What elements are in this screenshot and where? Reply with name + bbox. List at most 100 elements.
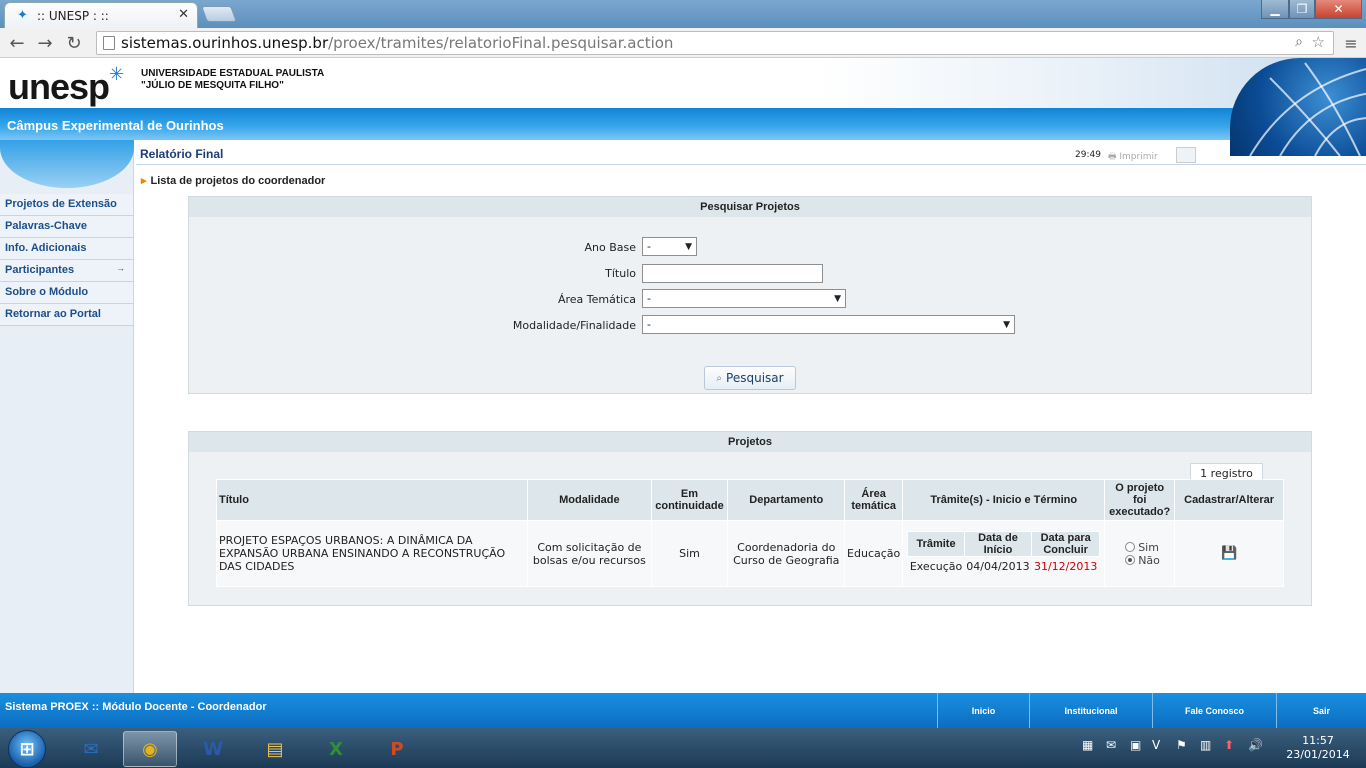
chrome-icon[interactable]: ◉ — [123, 731, 177, 767]
new-tab-button[interactable] — [201, 6, 237, 22]
forward-arrow-icon[interactable]: → — [34, 32, 56, 54]
radio-nao-label: Não — [1138, 553, 1160, 567]
browser-titlebar: ✦ :: UNESP : :: ✕ ▁ ❐ ✕ — [0, 0, 1366, 28]
unesp-logo[interactable]: unesp — [8, 66, 110, 108]
submenu-arrow-icon: → — [116, 263, 125, 273]
tramites-subtable: Trâmite Data de Início Data para Conclui… — [907, 530, 1101, 577]
unesp-favicon-icon: ✦ — [17, 7, 28, 23]
titulo-input[interactable] — [642, 264, 823, 283]
breadcrumb-text: Lista de projetos do coordenador — [150, 175, 326, 187]
footer-nav-inicio[interactable]: Inicio — [937, 693, 1029, 728]
sidebar-item-retornar[interactable]: Retornar ao Portal — [0, 304, 133, 326]
campus-band: Câmpus Experimental de Ourinhos — [0, 108, 1366, 140]
modalidade-value: - — [647, 318, 651, 331]
subcol-concluir: Data para Concluir — [1031, 530, 1101, 557]
chevron-down-icon: ▼ — [685, 241, 692, 252]
sidebar-item-palavras-chave[interactable]: Palavras-Chave — [0, 216, 133, 238]
site-footer: Sistema PROEX :: Módulo Docente - Coorde… — [0, 693, 1366, 728]
cell-executado: Sim Não — [1104, 520, 1176, 587]
radio-sim[interactable]: Sim — [1107, 541, 1172, 554]
footer-system-text: Sistema PROEX :: Módulo Docente - Coorde… — [5, 701, 267, 713]
url-path: /proex/tramites/relatorioFinal.pesquisar… — [328, 34, 674, 52]
clock-date: 23/01/2014 — [1286, 748, 1350, 761]
col-continuidade: Em continuidade — [650, 479, 729, 521]
area-tematica-value: - — [647, 292, 651, 305]
sidebar-item-projetos[interactable]: Projetos de Extensão — [0, 194, 133, 216]
thunderbird-icon[interactable]: ✉ — [64, 731, 118, 767]
col-tramites: Trâmite(s) - Inicio e Término — [902, 479, 1106, 521]
sidebar-item-label: Palavras-Chave — [5, 220, 87, 232]
address-bar[interactable]: sistemas.ourinhos.unesp.br/proex/tramite… — [96, 31, 1334, 55]
printer-icon: 🖶 — [1108, 152, 1117, 162]
minimize-icon[interactable]: ▁ — [1261, 0, 1289, 19]
radio-nao[interactable]: Não — [1107, 554, 1172, 567]
footer-nav-sair[interactable]: Sair — [1276, 693, 1366, 728]
subcol-tramite: Trâmite — [907, 530, 965, 557]
floppy-disk-icon[interactable]: 💾 — [1221, 546, 1237, 561]
site-header: unesp ✳ UNIVERSIDADE ESTADUAL PAULISTA "… — [0, 58, 1366, 108]
sidebar-item-participantes[interactable]: Participantes → — [0, 260, 133, 282]
sidebar-item-sobre[interactable]: Sobre o Módulo — [0, 282, 133, 304]
ano-base-select[interactable]: - ▼ — [642, 237, 697, 256]
radio-nao-icon[interactable] — [1125, 554, 1136, 565]
footer-nav-institucional[interactable]: Institucional — [1029, 693, 1152, 728]
windows-taskbar: ⊞ ✉ ◉ W ▤ X P ▦ ✉ ▣ V ⚑ ▥ ⬆ 🔊 11:57 23/0… — [0, 728, 1366, 768]
fullscreen-icon[interactable] — [1176, 147, 1196, 163]
university-name: UNIVERSIDADE ESTADUAL PAULISTA — [141, 68, 325, 79]
page-icon — [103, 36, 115, 50]
maximize-icon[interactable]: ❐ — [1289, 0, 1315, 19]
modalidade-select[interactable]: - ▼ — [642, 315, 1015, 334]
campus-name: Câmpus Experimental de Ourinhos — [7, 118, 224, 133]
sidebar-item-info-adicionais[interactable]: Info. Adicionais — [0, 238, 133, 260]
tray-app-icon[interactable]: ▦ — [1082, 738, 1093, 752]
col-modalidade: Modalidade — [527, 479, 652, 521]
col-cadastrar: Cadastrar/Alterar — [1174, 479, 1284, 521]
file-explorer-icon[interactable]: ▤ — [248, 731, 302, 767]
tray-flag-icon[interactable]: ⚑ — [1176, 738, 1187, 752]
windows-start-icon[interactable]: ⊞ — [8, 730, 46, 768]
search-panel-title: Pesquisar Projetos — [189, 197, 1311, 217]
tab-title: :: UNESP : :: — [37, 8, 109, 23]
breadcrumb-arrow-icon: ▸ — [141, 175, 147, 187]
cell-modalidade: Com solicitação de bolsas e/ou recursos — [527, 520, 652, 587]
print-label: Imprimir — [1119, 152, 1158, 162]
close-window-icon[interactable]: ✕ — [1315, 0, 1362, 19]
search-icon: ⌕ — [716, 372, 723, 384]
breadcrumb: ▸ Lista de projetos do coordenador — [141, 174, 325, 187]
bookmark-star-icon[interactable]: ☆ — [1312, 33, 1325, 51]
tray-volume-icon[interactable]: 🔊 — [1248, 738, 1263, 752]
tray-mail-icon[interactable]: ✉ — [1106, 738, 1116, 752]
system-clock[interactable]: 11:57 23/01/2014 — [1282, 734, 1354, 762]
title-divider — [136, 164, 1366, 165]
col-area: Área temática — [844, 479, 904, 521]
radio-sim-label: Sim — [1138, 540, 1159, 554]
projects-panel-title: Projetos — [189, 432, 1311, 452]
titulo-label: Título — [605, 267, 636, 280]
projects-table: Título Modalidade Em continuidade Depart… — [215, 479, 1284, 587]
tray-network-icon[interactable]: ▥ — [1200, 738, 1211, 752]
tray-update-icon[interactable]: ⬆ — [1224, 738, 1234, 752]
browser-tab[interactable]: ✦ :: UNESP : :: ✕ — [4, 2, 198, 28]
radio-sim-icon[interactable] — [1125, 541, 1136, 552]
back-arrow-icon[interactable]: ← — [6, 32, 28, 54]
pesquisar-label: Pesquisar — [726, 371, 784, 385]
reload-icon[interactable]: ↻ — [63, 32, 85, 54]
ano-base-value: - — [647, 240, 651, 253]
close-tab-icon[interactable]: ✕ — [178, 7, 189, 22]
zoom-magnifier-icon[interactable]: ⌕ — [1295, 34, 1303, 50]
browser-toolbar: ← → ↻ sistemas.ourinhos.unesp.br/proex/t… — [0, 28, 1366, 58]
menu-icon[interactable]: ≡ — [1340, 32, 1362, 54]
area-tematica-select[interactable]: - ▼ — [642, 289, 846, 308]
word-icon[interactable]: W — [186, 731, 240, 767]
sidebar-item-label: Retornar ao Portal — [5, 308, 101, 320]
page-title: Relatório Final — [140, 147, 224, 161]
pesquisar-button[interactable]: ⌕ Pesquisar — [704, 366, 796, 390]
col-departamento: Departamento — [727, 479, 846, 521]
excel-icon[interactable]: X — [309, 731, 363, 767]
tray-device-icon[interactable]: ▣ — [1130, 738, 1141, 752]
footer-nav-fale-conosco[interactable]: Fale Conosco — [1152, 693, 1276, 728]
tray-antivirus-icon[interactable]: V — [1152, 738, 1160, 752]
subcol-inicio: Data de Início — [963, 530, 1033, 557]
powerpoint-icon[interactable]: P — [370, 731, 424, 767]
print-button[interactable]: 🖶 Imprimir — [1108, 149, 1158, 165]
